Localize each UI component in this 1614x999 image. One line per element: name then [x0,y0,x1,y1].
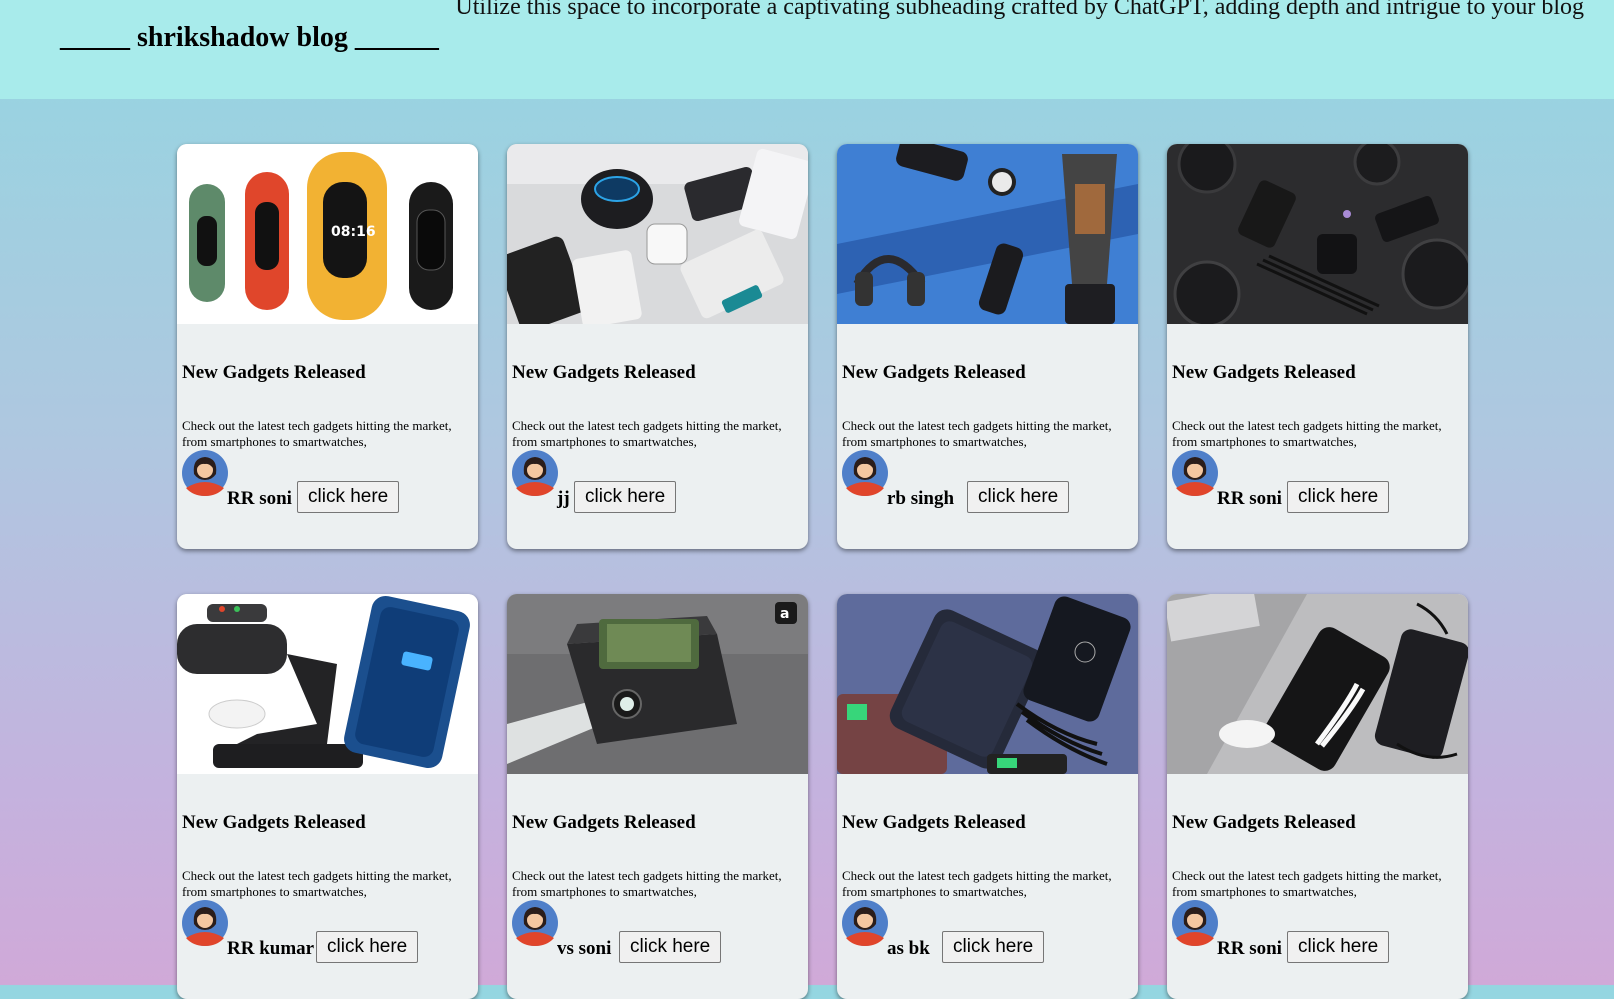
post-title: New Gadgets Released [842,362,1026,383]
site-header: _____ shrikshadow blog ______ Utilize th… [0,0,1614,99]
author-name: RR kumar [227,938,315,959]
post-card: a New Gadgets Released Check out the lat… [507,594,808,999]
fitness-bands-image: 08:16 [177,144,478,324]
svg-text:a: a [780,606,789,622]
post-description: Check out the latest tech gadgets hittin… [182,868,452,899]
svg-text:08:16: 08:16 [331,224,376,240]
phone-accessories-image [1167,594,1468,774]
author-row: RR kumar click here [182,900,474,963]
black-accessories-image [1167,144,1468,324]
post-card: 08:16 New Gadgets Released Check out the… [177,144,478,549]
avatar [1172,900,1218,946]
post-title: New Gadgets Released [512,362,696,383]
gadgets-blue-image [837,144,1138,324]
avatar [1172,450,1218,496]
post-description: Check out the latest tech gadgets hittin… [512,868,782,899]
author-row: rb singh click here [842,450,1134,513]
author-row: jj click here [512,450,804,513]
avatar [182,900,228,946]
author-row: vs soni click here [512,900,804,963]
wireless-charger-image [177,594,478,774]
post-title: New Gadgets Released [182,812,366,833]
post-title: New Gadgets Released [1172,362,1356,383]
post-description: Check out the latest tech gadgets hittin… [1172,868,1442,899]
author-row: RR soni click here [1172,450,1464,513]
author-row: RR soni click here [182,450,474,513]
click-here-button[interactable]: click here [297,481,400,513]
author-name: as bk [887,938,930,959]
avatar [842,900,888,946]
avatar [842,450,888,496]
click-here-button[interactable]: click here [316,931,419,963]
avatar [512,450,558,496]
author-name: rb singh [887,488,955,509]
author-name: vs soni [557,938,612,959]
click-here-button[interactable]: click here [1287,481,1390,513]
author-name: RR soni [227,488,292,509]
post-title: New Gadgets Released [842,812,1026,833]
post-description: Check out the latest tech gadgets hittin… [842,868,1112,899]
author-name: jj [557,488,570,509]
post-title: New Gadgets Released [1172,812,1356,833]
author-row: RR soni click here [1172,900,1464,963]
click-here-button[interactable]: click here [1287,931,1390,963]
author-name: RR soni [1217,488,1282,509]
post-grid: 08:16 New Gadgets Released Check out the… [177,144,1468,999]
avatar [512,900,558,946]
click-here-button[interactable]: click here [942,931,1045,963]
post-card: New Gadgets Released Check out the lates… [1167,594,1468,999]
power-bank-image [837,594,1138,774]
post-title: New Gadgets Released [512,812,696,833]
mini-projector-image: a [507,594,808,774]
post-description: Check out the latest tech gadgets hittin… [182,418,452,449]
post-description: Check out the latest tech gadgets hittin… [842,418,1112,449]
post-card: New Gadgets Released Check out the lates… [837,594,1138,999]
author-name: RR soni [1217,938,1282,959]
click-here-button[interactable]: click here [574,481,677,513]
post-card: New Gadgets Released Check out the lates… [507,144,808,549]
post-card: New Gadgets Released Check out the lates… [837,144,1138,549]
click-here-button[interactable]: click here [967,481,1070,513]
post-card: New Gadgets Released Check out the lates… [177,594,478,999]
avatar [182,450,228,496]
devices-flatlay-image [507,144,808,324]
post-description: Check out the latest tech gadgets hittin… [512,418,782,449]
post-card: New Gadgets Released Check out the lates… [1167,144,1468,549]
author-row: as bk click here [842,900,1134,963]
post-description: Check out the latest tech gadgets hittin… [1172,418,1442,449]
post-title: New Gadgets Released [182,362,366,383]
click-here-button[interactable]: click here [619,931,722,963]
blog-subheading: Utilize this space to incorporate a capt… [455,0,1584,20]
blog-title: _____ shrikshadow blog ______ [60,22,439,53]
